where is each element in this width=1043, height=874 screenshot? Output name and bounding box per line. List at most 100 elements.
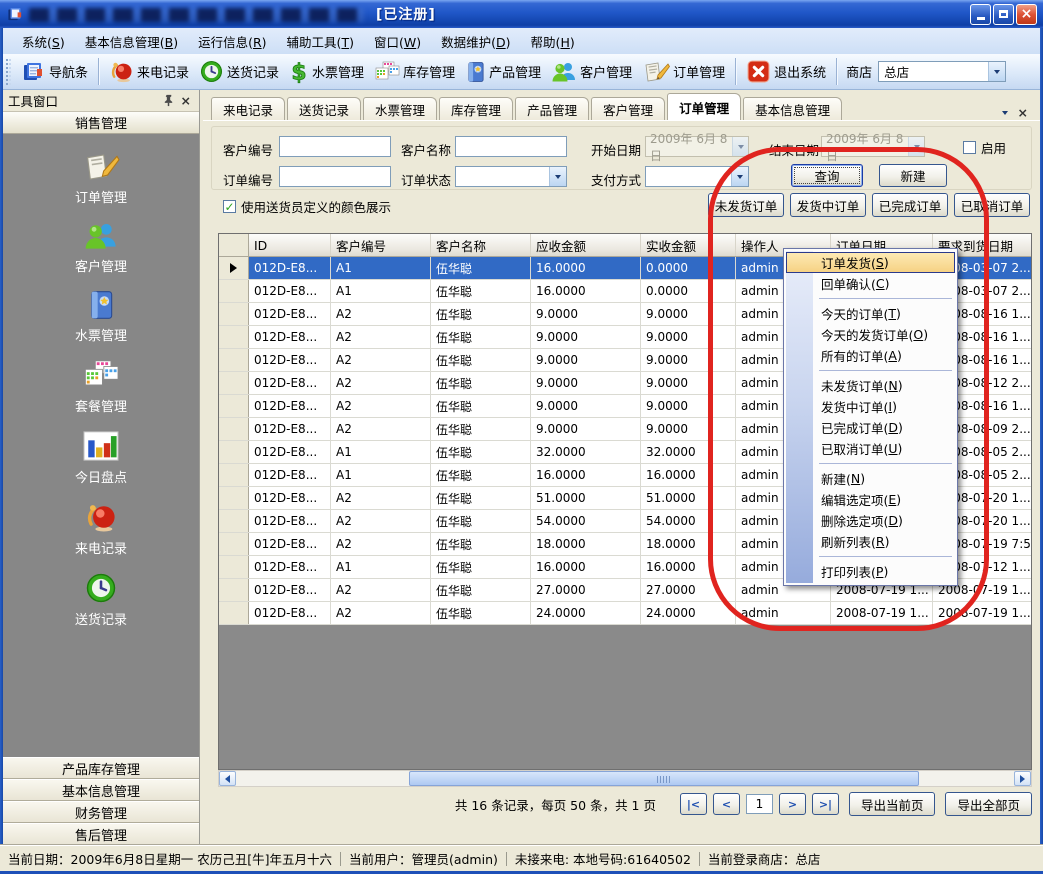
context-menu-item[interactable]: 编辑选定项(E) xyxy=(784,489,957,510)
delivery-color-checkbox[interactable]: ✓ xyxy=(223,200,236,213)
context-menu-item[interactable]: 刷新列表(R) xyxy=(784,531,957,552)
tab-inventory[interactable]: 库存管理 xyxy=(439,97,513,120)
export-current-page-button[interactable]: 导出当前页 xyxy=(849,792,936,816)
row-selector[interactable] xyxy=(219,602,249,624)
row-selector[interactable] xyxy=(219,556,249,578)
row-selector[interactable] xyxy=(219,533,249,555)
end-date-picker[interactable]: 2009年 6月 8日 xyxy=(821,136,925,157)
row-selector[interactable] xyxy=(219,464,249,486)
menu-R[interactable]: 运行信息(R) xyxy=(188,29,276,54)
column-header[interactable]: ID xyxy=(249,234,331,256)
tab-call-log[interactable]: 来电记录 xyxy=(211,97,285,120)
context-menu-item[interactable]: 已完成订单(D) xyxy=(784,417,957,438)
toolbar-products[interactable]: 产品管理 xyxy=(460,58,546,86)
tab-list-dropdown-icon[interactable] xyxy=(1002,111,1008,115)
table-row[interactable]: 012D-E8...A2伍华聪24.000024.0000admin2008-0… xyxy=(219,602,1031,625)
close-button[interactable]: × xyxy=(1016,4,1037,25)
row-selector[interactable] xyxy=(219,395,249,417)
toolbar-inventory[interactable]: 库存管理 xyxy=(369,58,460,86)
sidebar-item-customers[interactable]: 客户管理 xyxy=(75,220,127,275)
context-menu-item[interactable]: 订单发货(S) xyxy=(786,252,955,273)
row-selector[interactable] xyxy=(219,280,249,302)
context-menu-item[interactable]: 发货中订单(I) xyxy=(784,396,957,417)
store-dropdown-button[interactable] xyxy=(988,62,1005,81)
tab-basic-info[interactable]: 基本信息管理 xyxy=(743,97,842,120)
sidebar-item-call-log[interactable]: 来电记录 xyxy=(75,500,127,557)
order-no-input[interactable] xyxy=(279,166,391,187)
page-number-input[interactable]: 1 xyxy=(746,794,773,814)
scroll-right-icon[interactable] xyxy=(1014,771,1031,786)
scrollbar-thumb[interactable] xyxy=(409,771,919,786)
row-selector[interactable] xyxy=(219,257,249,279)
scroll-left-icon[interactable] xyxy=(219,771,236,786)
column-header[interactable]: 客户编号 xyxy=(331,234,431,256)
shipping-orders-button[interactable]: 发货中订单 xyxy=(790,193,866,217)
column-header[interactable]: 应收金额 xyxy=(531,234,641,256)
row-selector[interactable] xyxy=(219,326,249,348)
toolbar-water-ticket[interactable]: $ 水票管理 xyxy=(284,57,369,87)
toolbar-exit[interactable]: 退出系统 xyxy=(741,57,831,86)
last-page-button[interactable]: >| xyxy=(812,793,839,815)
toolbar-orders[interactable]: 订单管理 xyxy=(637,58,730,86)
color-checkbox-row[interactable]: ✓ 使用送货员定义的颜色展示 xyxy=(223,197,391,216)
customer-no-input[interactable] xyxy=(279,136,391,157)
context-menu-item[interactable]: 删除选定项(D) xyxy=(784,510,957,531)
tab-water-ticket[interactable]: 水票管理 xyxy=(363,97,437,120)
column-header[interactable]: 实收金额 xyxy=(641,234,736,256)
menu-T[interactable]: 辅助工具(T) xyxy=(277,29,364,54)
tab-products[interactable]: 产品管理 xyxy=(515,97,589,120)
sidebar-item-water-ticket[interactable]: 水票管理 xyxy=(75,289,127,344)
query-button[interactable]: 查询 xyxy=(791,164,863,187)
close-icon[interactable]: × xyxy=(178,93,194,108)
menu-S[interactable]: 系统(S) xyxy=(12,29,75,54)
toolbar-grip[interactable] xyxy=(6,59,11,85)
context-menu-item[interactable]: 打印列表(P) xyxy=(784,561,957,582)
sidebar-section-product-inventory[interactable]: 产品库存管理 xyxy=(3,757,199,779)
export-all-pages-button[interactable]: 导出全部页 xyxy=(945,792,1032,816)
store-select[interactable]: 总店 xyxy=(878,61,1006,82)
sidebar-section-finance[interactable]: 财务管理 xyxy=(3,801,199,823)
context-menu-item[interactable]: 未发货订单(N) xyxy=(784,375,957,396)
prev-page-button[interactable]: < xyxy=(713,793,740,815)
toolbar-customers[interactable]: 客户管理 xyxy=(546,58,637,86)
new-button[interactable]: 新建 xyxy=(879,164,947,187)
toolbar-call-log[interactable]: 来电记录 xyxy=(104,57,194,86)
unshipped-orders-button[interactable]: 未发货订单 xyxy=(708,193,784,217)
tab-orders-active[interactable]: 订单管理 xyxy=(667,93,741,120)
start-date-picker[interactable]: 2009年 6月 8日 xyxy=(645,136,749,157)
context-menu-item[interactable]: 新建(N) xyxy=(784,468,957,489)
row-selector[interactable] xyxy=(219,579,249,601)
row-selector[interactable] xyxy=(219,372,249,394)
sidebar-section-after-sales[interactable]: 售后管理 xyxy=(3,823,199,845)
minimize-button[interactable] xyxy=(970,4,991,25)
sidebar-item-combo[interactable]: 套餐管理 xyxy=(75,358,127,415)
toolbar-navigator[interactable]: 导航条 xyxy=(17,58,93,86)
tab-close-icon[interactable]: × xyxy=(1018,105,1028,120)
context-menu-item[interactable]: 已取消订单(U) xyxy=(784,438,957,459)
sidebar-section-basic-info[interactable]: 基本信息管理 xyxy=(3,779,199,801)
menu-W[interactable]: 窗口(W) xyxy=(364,29,431,54)
sidebar-item-delivery-log[interactable]: 送货记录 xyxy=(75,571,127,628)
cancelled-orders-button[interactable]: 已取消订单 xyxy=(954,193,1030,217)
toolbar-delivery-log[interactable]: 送货记录 xyxy=(194,57,284,86)
row-selector[interactable] xyxy=(219,510,249,532)
column-header[interactable]: 客户名称 xyxy=(431,234,531,256)
customer-name-input[interactable] xyxy=(455,136,567,157)
maximize-button[interactable] xyxy=(993,4,1014,25)
completed-orders-button[interactable]: 已完成订单 xyxy=(872,193,948,217)
tab-customers[interactable]: 客户管理 xyxy=(591,97,665,120)
pin-icon[interactable] xyxy=(159,94,178,107)
row-selector[interactable] xyxy=(219,487,249,509)
menu-B[interactable]: 基本信息管理(B) xyxy=(75,29,188,54)
next-page-button[interactable]: > xyxy=(779,793,806,815)
context-menu-item[interactable]: 今天的发货订单(O) xyxy=(784,324,957,345)
order-status-select[interactable] xyxy=(455,166,567,187)
enable-checkbox-row[interactable]: 启用 xyxy=(963,138,1006,157)
sidebar-item-daily-count[interactable]: 今日盘点 xyxy=(75,429,127,486)
context-menu-item[interactable]: 今天的订单(T) xyxy=(784,303,957,324)
menu-H[interactable]: 帮助(H) xyxy=(521,29,585,54)
payment-select[interactable] xyxy=(645,166,749,187)
tab-delivery-log[interactable]: 送货记录 xyxy=(287,97,361,120)
context-menu-item[interactable]: 回单确认(C) xyxy=(784,273,957,294)
row-selector[interactable] xyxy=(219,303,249,325)
